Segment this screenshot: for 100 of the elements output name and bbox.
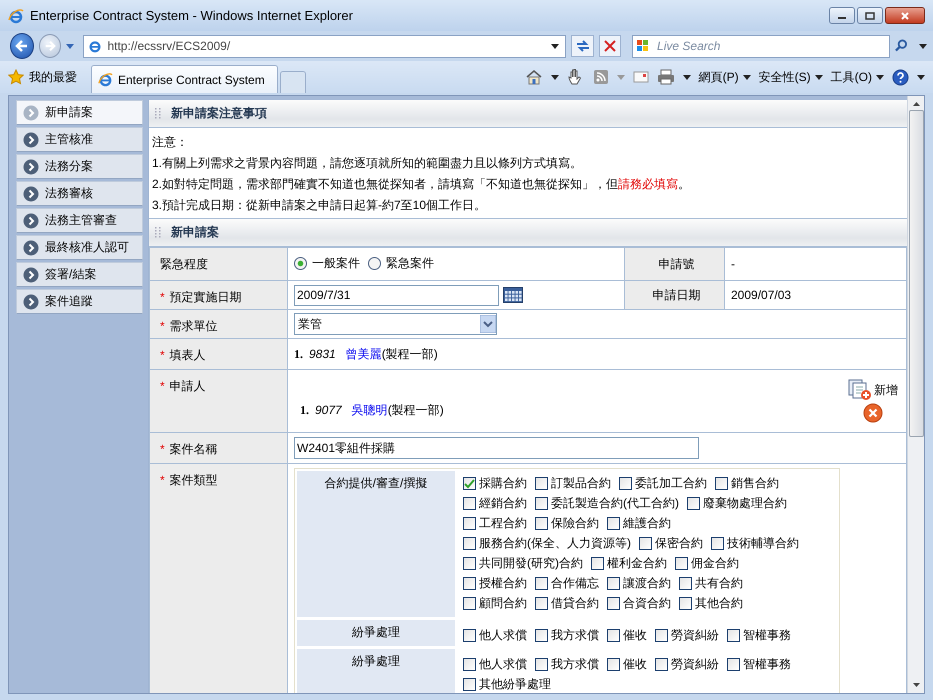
help-icon[interactable] <box>892 68 909 86</box>
sidebar-item[interactable]: 法務分案 <box>16 154 143 179</box>
checkbox-option[interactable]: 借貸合約 <box>535 595 599 612</box>
checkbox-option[interactable]: 保密合約 <box>639 535 703 552</box>
checkbox-option[interactable]: 經銷合約 <box>463 495 527 512</box>
checkbox-option[interactable]: 工程合約 <box>463 515 527 532</box>
scroll-down-icon[interactable] <box>912 683 920 687</box>
search-icon[interactable] <box>895 39 908 53</box>
checkbox-option[interactable]: 智權事務 <box>727 656 791 673</box>
minimize-button[interactable] <box>829 7 855 24</box>
date-field[interactable]: 2009/7/31 <box>294 284 499 306</box>
checkbox-option[interactable]: 他人求償 <box>463 627 527 644</box>
checkbox-option[interactable]: 勞資糾紛 <box>655 627 719 644</box>
checkbox-option[interactable]: 權利金合約 <box>591 555 667 572</box>
refresh-icon <box>574 39 591 53</box>
grip-icon <box>155 108 161 120</box>
favorites-button[interactable]: 我的最愛 <box>8 63 77 91</box>
add-button[interactable]: 新增 <box>848 379 898 401</box>
address-field[interactable]: http://ecssrv/ECS2009/ <box>83 34 566 58</box>
checkbox-option[interactable]: 服務合約(保全、人力資源等) <box>463 535 631 552</box>
sidebar-item[interactable]: 最終核准人認可 <box>16 235 143 260</box>
dropdown-icon[interactable] <box>551 44 560 48</box>
checkbox-option[interactable]: 委託製造合約(代工合約) <box>535 495 679 512</box>
field-label: 申請號 <box>624 248 724 280</box>
sidebar-item[interactable]: 主管核准 <box>16 127 143 152</box>
person-link[interactable]: 曾美麗 <box>346 346 382 362</box>
caret-icon <box>742 74 751 80</box>
dropdown-icon[interactable] <box>918 44 927 48</box>
department-dropdown[interactable]: 業管 <box>294 313 497 335</box>
checkbox-option[interactable]: 智權事務 <box>727 627 791 644</box>
checkbox-option[interactable]: 其他合約 <box>679 595 743 612</box>
checkbox-option[interactable]: 顧問合約 <box>463 595 527 612</box>
checkbox-option[interactable]: 技術輔導合約 <box>711 535 799 552</box>
page-icon <box>88 39 102 53</box>
close-button[interactable] <box>885 7 925 24</box>
sidebar-item[interactable]: 案件追蹤 <box>16 289 143 314</box>
radio-option[interactable]: 一般案件 <box>294 255 360 272</box>
sidebar-item[interactable]: 法務主管審查 <box>16 208 143 233</box>
case-name-field[interactable]: W2401零組件採購 <box>294 437 699 459</box>
checkbox-option[interactable]: 合資合約 <box>607 595 671 612</box>
menu-button[interactable]: 網頁(P) <box>698 68 751 86</box>
maximize-button[interactable] <box>857 7 883 24</box>
chevron-icon <box>23 212 39 228</box>
radio-option[interactable]: 緊急案件 <box>368 255 434 272</box>
field-value: - <box>724 248 906 280</box>
dropdown-icon[interactable] <box>917 74 925 80</box>
checkbox-option[interactable]: 維護合約 <box>607 515 671 532</box>
refresh-button[interactable] <box>571 35 594 57</box>
mail-icon[interactable] <box>632 70 649 84</box>
scroll-up-icon[interactable] <box>912 102 920 106</box>
browser-tab[interactable]: Enterprise Contract System <box>91 65 278 93</box>
checkbox-option[interactable]: 銷售合約 <box>715 475 779 492</box>
back-button[interactable] <box>10 33 34 59</box>
checkbox-option[interactable]: 催收 <box>607 627 647 644</box>
field-label: * 需求單位 <box>150 310 288 338</box>
menu-button[interactable]: 安全性(S) <box>758 68 823 86</box>
checkbox-option[interactable]: 廢棄物處理合約 <box>687 495 787 512</box>
checkbox-option[interactable]: 共同開發(研究)合約 <box>463 555 583 572</box>
group-title: 紛爭處理 <box>352 625 400 639</box>
scrollbar[interactable] <box>907 96 924 693</box>
notice-text: 2.如對特定問題，需求部門確實不知道也無從探知者，請填寫「不知道也無從探知」，但請務必填寫。 <box>152 176 692 193</box>
calendar-icon[interactable] <box>503 287 523 303</box>
dropdown-icon[interactable] <box>550 74 559 80</box>
print-icon[interactable] <box>656 69 675 85</box>
checkbox-option[interactable]: 佣金合約 <box>675 555 739 572</box>
checkbox-option[interactable]: 採購合約 <box>463 475 527 492</box>
checkbox-option[interactable]: 我方求償 <box>535 656 599 673</box>
checkbox-option[interactable]: 訂製品合約 <box>535 475 611 492</box>
field-label: * 案件類型 <box>150 464 288 693</box>
delete-icon[interactable] <box>863 403 883 423</box>
sidebar-item[interactable]: 新申請案 <box>16 100 143 125</box>
person-link[interactable]: 吳聰明 <box>352 402 388 418</box>
checkbox-option[interactable]: 我方求償 <box>535 627 599 644</box>
checkbox-option[interactable]: 授權合約 <box>463 575 527 592</box>
checkbox-option[interactable]: 共有合約 <box>679 575 743 592</box>
checkbox-option[interactable]: 讓渡合約 <box>607 575 671 592</box>
stop-button[interactable] <box>598 35 622 57</box>
checkbox-option[interactable]: 委託加工合約 <box>619 475 707 492</box>
checkbox-option[interactable]: 合作備忘 <box>535 575 599 592</box>
search-field[interactable]: Live Search <box>632 34 890 58</box>
field-value: 2009/07/03 <box>724 280 906 310</box>
checkbox-option[interactable]: 催收 <box>607 656 647 673</box>
checkbox-option[interactable]: 保險合約 <box>535 515 599 532</box>
section-title: 新申請案注意事項 <box>171 105 267 122</box>
caret-icon <box>814 74 823 80</box>
menu-button[interactable]: 工具(O) <box>830 68 884 86</box>
checkbox-option[interactable]: 其他紛爭處理 <box>463 676 551 693</box>
employee-id: 9831 <box>309 346 336 360</box>
dropdown-icon[interactable] <box>682 74 691 80</box>
window-title: Enterprise Contract System - Windows Internet Explorer <box>30 8 353 23</box>
sidebar-item[interactable]: 法務審核 <box>16 181 143 206</box>
sidebar-item[interactable]: 簽署/結案 <box>16 262 143 287</box>
checkbox-option[interactable]: 勞資糾紛 <box>655 656 719 673</box>
notice-heading: 注意： <box>152 134 189 151</box>
home-icon[interactable] <box>524 69 543 85</box>
chevron-icon <box>23 186 39 202</box>
checkbox-option[interactable]: 他人求償 <box>463 656 527 673</box>
employee-id: 9077 <box>315 402 342 416</box>
feed-icon[interactable] <box>592 69 609 85</box>
forward-button[interactable] <box>39 34 62 58</box>
